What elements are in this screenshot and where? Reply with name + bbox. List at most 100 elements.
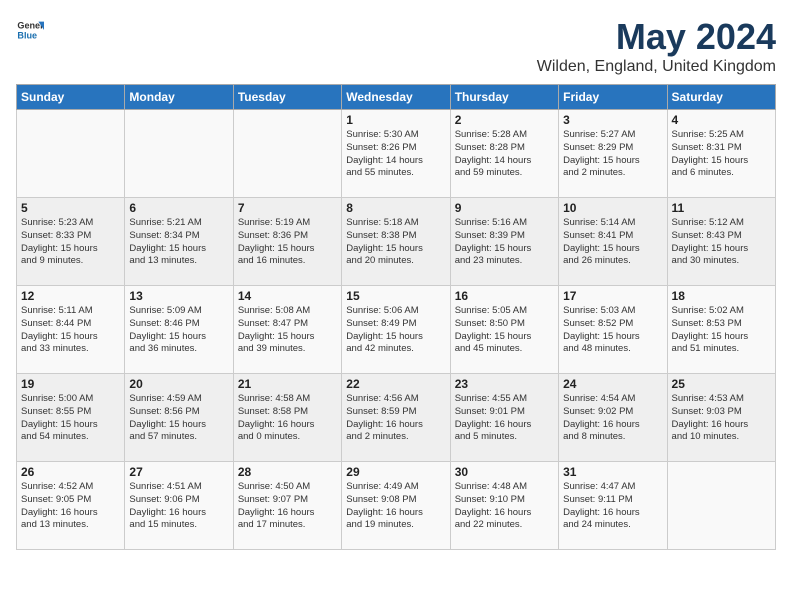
day-number: 26 (21, 465, 120, 479)
day-number: 7 (238, 201, 337, 215)
day-number: 28 (238, 465, 337, 479)
day-number: 25 (672, 377, 771, 391)
calendar-cell: 15Sunrise: 5:06 AM Sunset: 8:49 PM Dayli… (342, 286, 450, 374)
calendar-cell: 12Sunrise: 5:11 AM Sunset: 8:44 PM Dayli… (17, 286, 125, 374)
day-number: 24 (563, 377, 662, 391)
cell-content: Sunrise: 5:27 AM Sunset: 8:29 PM Dayligh… (563, 129, 662, 180)
cell-content: Sunrise: 5:28 AM Sunset: 8:28 PM Dayligh… (455, 129, 554, 180)
cell-content: Sunrise: 4:58 AM Sunset: 8:58 PM Dayligh… (238, 393, 337, 444)
day-header-monday: Monday (125, 85, 233, 110)
logo: General Blue (16, 16, 44, 44)
cell-content: Sunrise: 4:48 AM Sunset: 9:10 PM Dayligh… (455, 481, 554, 532)
calendar-cell (667, 462, 775, 550)
day-number: 23 (455, 377, 554, 391)
day-number: 30 (455, 465, 554, 479)
logo-icon: General Blue (16, 16, 44, 44)
day-number: 1 (346, 113, 445, 127)
calendar-cell: 25 Sunrise: 4:53 AM Sunset: 9:03 PM Dayli… (667, 374, 775, 462)
calendar-cell: 16 Sunrise: 5:05 AM Sunset: 8:50 PM Dayli… (450, 286, 558, 374)
day-number: 11 (672, 201, 771, 215)
calendar-cell (233, 110, 341, 198)
calendar-cell: 2Sunrise: 5:28 AM Sunset: 8:28 PM Daylig… (450, 110, 558, 198)
week-row-0: 1 Sunrise: 5:30 AM Sunset: 8:26 PM Daylig… (17, 110, 776, 198)
cell-content: Sunrise: 4:51 AM Sunset: 9:06 PM Dayligh… (129, 481, 228, 532)
title-section: May 2024 Wilden, England, United Kingdom (537, 16, 776, 76)
week-row-2: 12Sunrise: 5:11 AM Sunset: 8:44 PM Dayli… (17, 286, 776, 374)
cell-content: Sunrise: 5:23 AM Sunset: 8:33 PM Dayligh… (21, 217, 120, 268)
day-number: 19 (21, 377, 120, 391)
day-number: 16 (455, 289, 554, 303)
cell-content: Sunrise: 4:54 AM Sunset: 9:02 PM Dayligh… (563, 393, 662, 444)
calendar-cell: 19 Sunrise: 5:00 AM Sunset: 8:55 PM Dayli… (17, 374, 125, 462)
day-number: 31 (563, 465, 662, 479)
day-number: 21 (238, 377, 337, 391)
cell-content: Sunrise: 5:06 AM Sunset: 8:49 PM Dayligh… (346, 305, 445, 356)
cell-content: Sunrise: 4:50 AM Sunset: 9:07 PM Dayligh… (238, 481, 337, 532)
day-header-thursday: Thursday (450, 85, 558, 110)
cell-content: Sunrise: 4:56 AM Sunset: 8:59 PM Dayligh… (346, 393, 445, 444)
day-number: 14 (238, 289, 337, 303)
calendar-cell: 17Sunrise: 5:03 AM Sunset: 8:52 PM Dayli… (559, 286, 667, 374)
calendar-cell: 23 Sunrise: 4:55 AM Sunset: 9:01 PM Dayli… (450, 374, 558, 462)
cell-content: Sunrise: 5:30 AM Sunset: 8:26 PM Dayligh… (346, 129, 445, 180)
day-number: 22 (346, 377, 445, 391)
days-header-row: SundayMondayTuesdayWednesdayThursdayFrid… (17, 85, 776, 110)
day-number: 3 (563, 113, 662, 127)
cell-content: Sunrise: 5:08 AM Sunset: 8:47 PM Dayligh… (238, 305, 337, 356)
cell-content: Sunrise: 5:09 AM Sunset: 8:46 PM Dayligh… (129, 305, 228, 356)
week-row-4: 26 Sunrise: 4:52 AM Sunset: 9:05 PM Dayli… (17, 462, 776, 550)
cell-content: Sunrise: 4:59 AM Sunset: 8:56 PM Dayligh… (129, 393, 228, 444)
cell-content: Sunrise: 5:16 AM Sunset: 8:39 PM Dayligh… (455, 217, 554, 268)
calendar-cell: 4 Sunrise: 5:25 AM Sunset: 8:31 PM Daylig… (667, 110, 775, 198)
calendar-cell: 9Sunrise: 5:16 AM Sunset: 8:39 PM Daylig… (450, 198, 558, 286)
cell-content: Sunrise: 5:12 AM Sunset: 8:43 PM Dayligh… (672, 217, 771, 268)
calendar-cell: 20 Sunrise: 4:59 AM Sunset: 8:56 PM Dayli… (125, 374, 233, 462)
calendar-cell: 31 Sunrise: 4:47 AM Sunset: 9:11 PM Dayli… (559, 462, 667, 550)
day-header-friday: Friday (559, 85, 667, 110)
calendar-cell: 30 Sunrise: 4:48 AM Sunset: 9:10 PM Dayli… (450, 462, 558, 550)
calendar-cell: 22 Sunrise: 4:56 AM Sunset: 8:59 PM Dayli… (342, 374, 450, 462)
day-header-tuesday: Tuesday (233, 85, 341, 110)
day-number: 18 (672, 289, 771, 303)
calendar-cell: 29Sunrise: 4:49 AM Sunset: 9:08 PM Dayli… (342, 462, 450, 550)
calendar-subtitle: Wilden, England, United Kingdom (537, 58, 776, 76)
calendar-cell: 21 Sunrise: 4:58 AM Sunset: 8:58 PM Dayli… (233, 374, 341, 462)
day-number: 5 (21, 201, 120, 215)
cell-content: Sunrise: 5:05 AM Sunset: 8:50 PM Dayligh… (455, 305, 554, 356)
calendar-table: SundayMondayTuesdayWednesdayThursdayFrid… (16, 84, 776, 550)
svg-text:Blue: Blue (17, 30, 37, 40)
calendar-cell: 7Sunrise: 5:19 AM Sunset: 8:36 PM Daylig… (233, 198, 341, 286)
cell-content: Sunrise: 4:52 AM Sunset: 9:05 PM Dayligh… (21, 481, 120, 532)
week-row-3: 19 Sunrise: 5:00 AM Sunset: 8:55 PM Dayli… (17, 374, 776, 462)
calendar-cell (125, 110, 233, 198)
calendar-cell: 28 Sunrise: 4:50 AM Sunset: 9:07 PM Dayli… (233, 462, 341, 550)
calendar-cell: 11 Sunrise: 5:12 AM Sunset: 8:43 PM Dayli… (667, 198, 775, 286)
day-number: 8 (346, 201, 445, 215)
day-number: 4 (672, 113, 771, 127)
day-number: 10 (563, 201, 662, 215)
calendar-cell: 27Sunrise: 4:51 AM Sunset: 9:06 PM Dayli… (125, 462, 233, 550)
calendar-cell: 6Sunrise: 5:21 AM Sunset: 8:34 PM Daylig… (125, 198, 233, 286)
day-number: 6 (129, 201, 228, 215)
cell-content: Sunrise: 4:53 AM Sunset: 9:03 PM Dayligh… (672, 393, 771, 444)
calendar-cell: 13 Sunrise: 5:09 AM Sunset: 8:46 PM Dayli… (125, 286, 233, 374)
day-number: 17 (563, 289, 662, 303)
cell-content: Sunrise: 5:18 AM Sunset: 8:38 PM Dayligh… (346, 217, 445, 268)
cell-content: Sunrise: 4:47 AM Sunset: 9:11 PM Dayligh… (563, 481, 662, 532)
calendar-cell: 18Sunrise: 5:02 AM Sunset: 8:53 PM Dayli… (667, 286, 775, 374)
calendar-cell: 1 Sunrise: 5:30 AM Sunset: 8:26 PM Daylig… (342, 110, 450, 198)
cell-content: Sunrise: 5:00 AM Sunset: 8:55 PM Dayligh… (21, 393, 120, 444)
week-row-1: 5 Sunrise: 5:23 AM Sunset: 8:33 PM Daylig… (17, 198, 776, 286)
day-number: 29 (346, 465, 445, 479)
cell-content: Sunrise: 5:11 AM Sunset: 8:44 PM Dayligh… (21, 305, 120, 356)
day-header-saturday: Saturday (667, 85, 775, 110)
day-number: 20 (129, 377, 228, 391)
day-header-sunday: Sunday (17, 85, 125, 110)
calendar-cell: 10Sunrise: 5:14 AM Sunset: 8:41 PM Dayli… (559, 198, 667, 286)
cell-content: Sunrise: 4:55 AM Sunset: 9:01 PM Dayligh… (455, 393, 554, 444)
day-number: 13 (129, 289, 228, 303)
calendar-cell: 5 Sunrise: 5:23 AM Sunset: 8:33 PM Daylig… (17, 198, 125, 286)
day-header-wednesday: Wednesday (342, 85, 450, 110)
calendar-cell: 26 Sunrise: 4:52 AM Sunset: 9:05 PM Dayli… (17, 462, 125, 550)
cell-content: Sunrise: 5:25 AM Sunset: 8:31 PM Dayligh… (672, 129, 771, 180)
